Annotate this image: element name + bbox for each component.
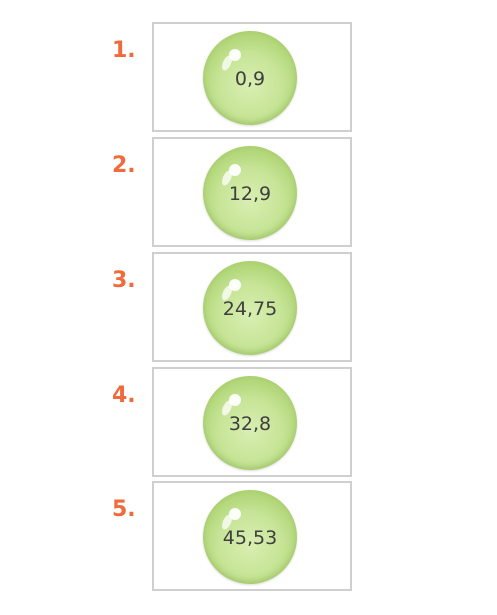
value-bubble: 24,75	[203, 261, 297, 355]
item-value: 45,53	[222, 527, 278, 549]
value-card: 0,9	[152, 22, 352, 132]
value-bubble: 12,9	[203, 146, 297, 240]
list-item: 3. 24,75	[0, 252, 497, 362]
highlight-icon	[229, 279, 241, 291]
item-number: 1.	[112, 38, 136, 63]
value-bubble: 45,53	[203, 490, 297, 584]
highlight-icon	[229, 394, 241, 406]
highlight-icon	[229, 508, 241, 520]
item-number: 4.	[112, 383, 136, 408]
value-card: 12,9	[152, 137, 352, 247]
value-card: 32,8	[152, 367, 352, 477]
ranked-value-list: 1. 0,9 2. 12,9 3. 24,75 4. 32,8 5. 45,53	[0, 0, 497, 615]
list-item: 1. 0,9	[0, 22, 497, 132]
value-card: 45,53	[152, 481, 352, 591]
value-bubble: 32,8	[203, 376, 297, 470]
item-number: 2.	[112, 153, 136, 178]
item-number: 3.	[112, 268, 136, 293]
item-number: 5.	[112, 497, 136, 522]
list-item: 5. 45,53	[0, 481, 497, 591]
list-item: 2. 12,9	[0, 137, 497, 247]
highlight-icon	[229, 49, 241, 61]
list-item: 4. 32,8	[0, 367, 497, 477]
highlight-icon	[229, 164, 241, 176]
item-value: 24,75	[222, 298, 278, 320]
value-card: 24,75	[152, 252, 352, 362]
item-value: 0,9	[234, 68, 266, 90]
item-value: 12,9	[228, 183, 272, 205]
item-value: 32,8	[228, 413, 272, 435]
value-bubble: 0,9	[203, 31, 297, 125]
